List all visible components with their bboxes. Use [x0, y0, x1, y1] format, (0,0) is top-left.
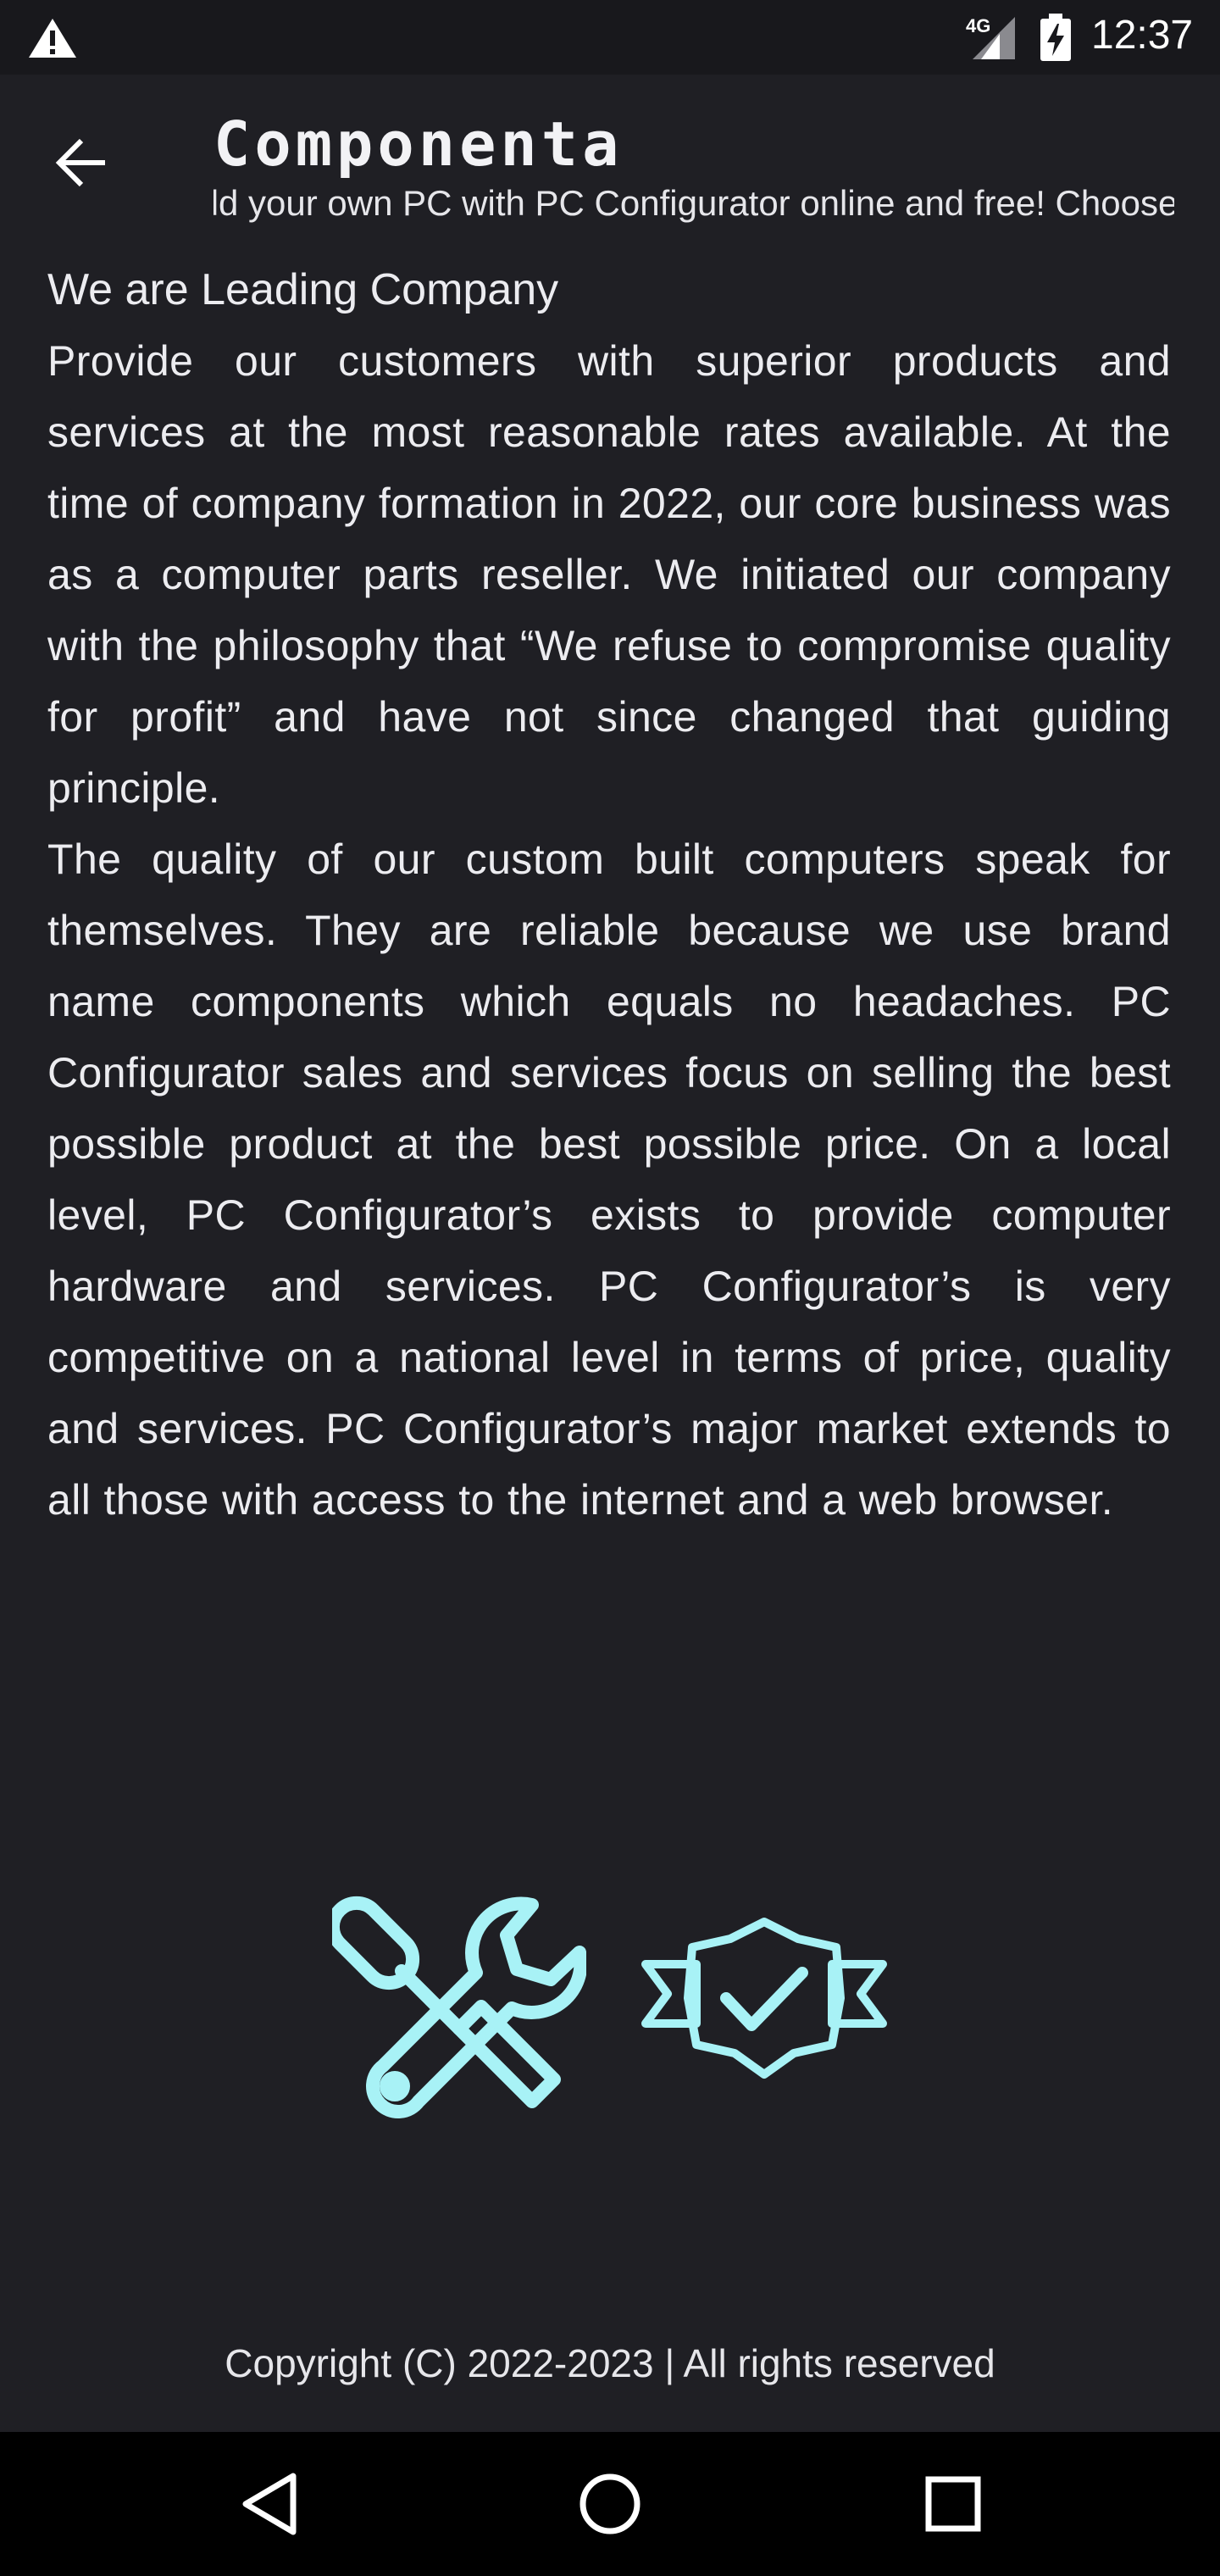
paragraph-intro: Provide our customers with superior prod…	[47, 337, 1171, 812]
system-nav-bar	[0, 2432, 1220, 2576]
quality-badge-icon	[641, 1918, 887, 2079]
battery-charging-icon	[1040, 14, 1071, 61]
subtitle-text: Build your own PC with PC Configurator o…	[214, 183, 1174, 223]
warning-icon	[29, 19, 76, 58]
paragraph-quality: The quality of our custom built computer…	[47, 836, 1171, 1524]
app-bar: Componenta Build your own PC with PC Con…	[0, 75, 1220, 227]
feature-icons	[332, 1871, 891, 2125]
subtitle-marquee: Build your own PC with PC Configurator o…	[214, 180, 1174, 230]
app-title: Componenta	[214, 108, 624, 180]
copyright-text: Copyright (C) 2022-2023 | All rights res…	[225, 2341, 995, 2385]
signal-icon	[973, 17, 1015, 59]
status-bar: 4G 12:37	[0, 0, 1220, 75]
section-heading: We are Leading Company	[47, 265, 559, 314]
about-content: We are Leading Company Provide our custo…	[47, 254, 1171, 1535]
arrow-left-icon[interactable]	[47, 127, 119, 198]
tools-icon	[332, 1896, 586, 2118]
recents-square-icon[interactable]	[915, 2466, 991, 2542]
clock: 12:37	[1091, 13, 1194, 58]
home-circle-icon[interactable]	[572, 2466, 648, 2542]
back-triangle-icon[interactable]	[234, 2466, 310, 2542]
